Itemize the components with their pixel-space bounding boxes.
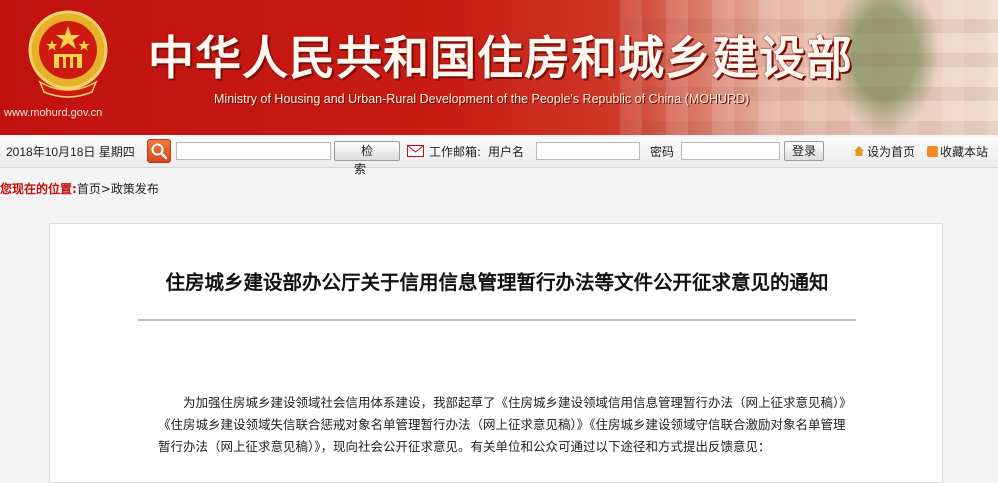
article-body: 为加强住房城乡建设领域社会信用体系建设，我部起草了《住房城乡建设领域信用信息管理… <box>158 395 846 454</box>
current-date: 2018年10月18日 星期四 <box>6 145 135 159</box>
article-panel: 住房城乡建设部办公厅关于信用信息管理暂行办法等文件公开征求意见的通知 为加强住房… <box>49 223 943 483</box>
search-button[interactable]: 检索 <box>334 141 400 176</box>
password-label: 密码 <box>650 145 675 159</box>
article-title: 住房城乡建设部办公厅关于信用信息管理暂行办法等文件公开征求意见的通知 <box>165 271 829 294</box>
home-icon <box>854 146 864 156</box>
search-input[interactable] <box>176 142 331 160</box>
breadcrumb-path[interactable]: 首页>政策发布 <box>77 182 159 196</box>
bookmark-icon <box>927 146 938 157</box>
search-icon[interactable] <box>147 139 171 163</box>
site-title-chinese: 中华人民共和国住房和城乡建设部 <box>148 31 853 85</box>
breadcrumb: 您现在的位置:首页>政策发布 <box>0 180 159 197</box>
work-mail-label: 工作邮箱: <box>429 145 482 159</box>
bookmark-site-link[interactable]: 收藏本站 <box>940 143 988 161</box>
site-banner: www.mohurd.gov.cn 中华人民共和国住房和城乡建设部 Minist… <box>0 0 998 135</box>
mail-icon <box>407 145 424 157</box>
national-emblem-icon <box>28 10 108 98</box>
set-homepage-link[interactable]: 设为首页 <box>867 143 915 161</box>
username-input[interactable] <box>536 142 640 160</box>
site-url: www.mohurd.gov.cn <box>4 107 103 119</box>
top-toolbar: 2018年10月18日 星期四 检索 工作邮箱: 用户名 密码 登录 设为首页 … <box>0 137 998 176</box>
breadcrumb-label: 您现在的位置: <box>0 182 77 196</box>
username-label: 用户名 <box>488 145 525 159</box>
password-input[interactable] <box>681 142 780 160</box>
site-title-english: Ministry of Housing and Urban-Rural Deve… <box>214 92 750 106</box>
title-divider <box>138 319 856 321</box>
login-button[interactable]: 登录 <box>784 141 824 161</box>
